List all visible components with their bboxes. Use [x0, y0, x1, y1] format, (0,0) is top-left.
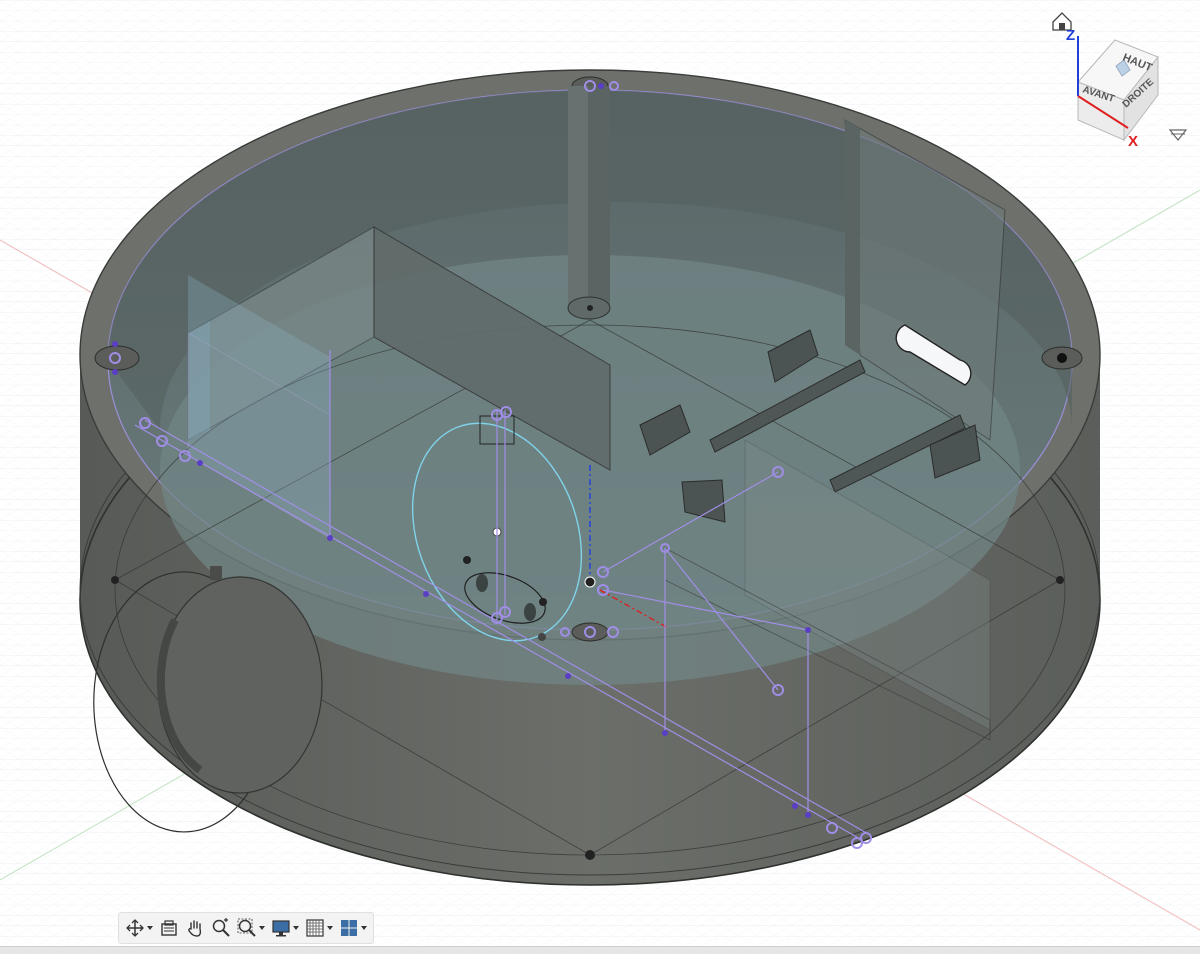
viewcube-cube[interactable]: HAUT AVANT DROITE: [1077, 39, 1159, 142]
model-scene[interactable]: [0, 0, 1200, 954]
navigation-toolbar: [118, 912, 374, 944]
z-axis-label: Z: [1066, 27, 1075, 44]
grid-snaps-tool[interactable]: [303, 915, 335, 941]
look-at-tool[interactable]: [157, 915, 181, 941]
chevron-down-icon: [293, 926, 299, 930]
zoom-tool[interactable]: [209, 915, 233, 941]
chevron-down-icon: [327, 926, 333, 930]
pan-tool[interactable]: [183, 915, 207, 941]
look-at-icon: [161, 920, 177, 936]
x-axis-label: X: [1128, 133, 1138, 150]
viewports-icon: [341, 920, 357, 936]
bottom-status-strip: [0, 946, 1200, 954]
zoom-window-tool[interactable]: [235, 915, 267, 941]
grid-icon: [306, 919, 324, 937]
viewcube[interactable]: HAUT AVANT DROITE Z X: [1040, 0, 1200, 160]
chevron-down-icon: [259, 926, 265, 930]
viewports-tool[interactable]: [337, 915, 369, 941]
viewcube-menu-icon[interactable]: [1168, 129, 1188, 141]
orbit-tool[interactable]: [123, 915, 155, 941]
display-settings-tool[interactable]: [269, 915, 301, 941]
chevron-down-icon: [361, 926, 367, 930]
hand-icon: [188, 920, 202, 937]
center-post: [567, 86, 611, 320]
orbit-icon: [126, 919, 144, 937]
zoom-window-icon: [237, 918, 256, 937]
3d-viewport[interactable]: HAUT AVANT DROITE Z X: [0, 0, 1200, 954]
zoom-icon: [212, 918, 230, 937]
chevron-down-icon: [147, 926, 153, 930]
monitor-icon: [272, 920, 290, 937]
enclosure-body[interactable]: [79, 69, 1101, 886]
